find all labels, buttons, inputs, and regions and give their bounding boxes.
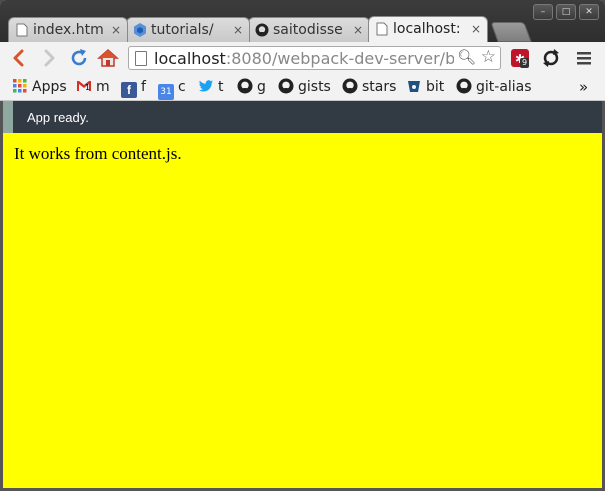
title-bar: – □ ✕ index.htm × tutorials/ × saitodiss…	[0, 0, 605, 42]
sync-icon	[543, 49, 559, 67]
home-button[interactable]	[97, 47, 119, 69]
forward-arrow-icon	[44, 49, 55, 67]
tab-label: index.htm	[33, 22, 104, 38]
apps-grid-icon	[12, 78, 28, 94]
zoom-icon[interactable]: 🔍︎	[457, 48, 476, 66]
url-text: localhost:8080/webpack-dev-server/bundle	[154, 49, 454, 68]
bookmark-github-g[interactable]: g	[237, 78, 266, 96]
bookmarks-overflow-chevron-icon[interactable]: »	[579, 78, 588, 96]
document-icon	[15, 23, 29, 37]
reload-icon	[71, 49, 87, 66]
close-tab-icon[interactable]: ×	[353, 18, 363, 42]
new-tab-button[interactable]	[490, 22, 532, 42]
bookmark-stars[interactable]: stars	[342, 78, 396, 96]
close-tab-icon[interactable]: ×	[471, 17, 481, 41]
back-arrow-icon	[13, 49, 24, 67]
bookmark-facebook[interactable]: ff	[121, 78, 146, 98]
extension-badge: 9	[520, 58, 530, 68]
tab-localhost[interactable]: localhost: ×	[368, 16, 488, 42]
extension-sync-button[interactable]	[541, 48, 561, 68]
hamburger-menu-icon	[577, 52, 591, 65]
bookmark-twitter[interactable]: t	[198, 78, 224, 96]
back-button[interactable]	[8, 47, 30, 69]
gmail-badge: 1	[85, 83, 91, 92]
tab-label: localhost:	[393, 21, 461, 37]
bookmark-label: bit	[426, 79, 445, 95]
status-text: App ready.	[27, 110, 89, 125]
bookmark-label: gists	[298, 79, 331, 95]
tab-tutorials[interactable]: tutorials/ ×	[126, 17, 250, 42]
github-icon	[278, 78, 294, 94]
close-tab-icon[interactable]: ×	[111, 18, 121, 42]
bookmark-bitbucket[interactable]: bit	[406, 78, 444, 96]
bookmark-label: t	[218, 79, 224, 95]
bookmark-label: f	[141, 79, 146, 95]
bookmark-gmail[interactable]: 1 m	[76, 78, 110, 96]
tab-label: tutorials/	[151, 22, 214, 38]
webpack-icon	[133, 23, 147, 37]
bookmarks-bar: Apps 1 m ff 31 c t g gists stars bit git…	[0, 74, 605, 101]
document-icon	[375, 22, 389, 36]
status-accent	[3, 101, 13, 133]
address-bar[interactable]: localhost:8080/webpack-dev-server/bundle…	[128, 46, 501, 70]
menu-button[interactable]	[574, 48, 594, 68]
bookmark-label: c	[178, 79, 186, 95]
tab-label: saitodisse	[273, 22, 343, 38]
page-message: It works from content.js.	[14, 144, 182, 163]
tab-saitodisse[interactable]: saitodisse ×	[248, 17, 370, 42]
bookmark-gists[interactable]: gists	[278, 78, 331, 96]
twitter-icon	[198, 78, 214, 94]
browser-window: – □ ✕ index.htm × tutorials/ × saitodiss…	[0, 0, 605, 491]
gmail-icon: 1	[76, 78, 92, 94]
bookmark-label: g	[257, 79, 266, 95]
bookmark-git-alias[interactable]: git-alias	[456, 78, 532, 96]
forward-button[interactable]	[38, 47, 60, 69]
tab-strip: index.htm × tutorials/ × saitodisse × lo…	[8, 14, 605, 42]
bitbucket-icon	[406, 78, 422, 94]
facebook-icon: f	[121, 82, 137, 98]
bookmark-apps[interactable]: Apps	[12, 78, 67, 96]
bookmark-label: git-alias	[476, 79, 532, 95]
bookmark-label: m	[96, 79, 110, 95]
extension-lastpass-button[interactable]: ✱ 9	[510, 48, 530, 68]
bookmark-star-icon[interactable]: ☆	[481, 47, 496, 67]
app-status-bar: App ready.	[3, 101, 602, 133]
bookmark-label: stars	[362, 79, 397, 95]
calendar-icon: 31	[158, 84, 174, 100]
reload-button[interactable]	[68, 47, 90, 69]
github-icon	[237, 78, 253, 94]
tab-index[interactable]: index.htm ×	[8, 17, 128, 42]
github-icon	[255, 23, 269, 37]
github-icon	[456, 78, 472, 94]
github-icon	[342, 78, 358, 94]
home-icon	[97, 48, 119, 67]
browser-toolbar: localhost:8080/webpack-dev-server/bundle…	[0, 42, 605, 74]
page-content: App ready. It works from content.js.	[3, 101, 602, 488]
bookmark-label: Apps	[32, 79, 67, 95]
bookmark-calendar[interactable]: 31 c	[158, 78, 186, 100]
page-icon	[135, 51, 147, 66]
close-tab-icon[interactable]: ×	[233, 18, 243, 42]
